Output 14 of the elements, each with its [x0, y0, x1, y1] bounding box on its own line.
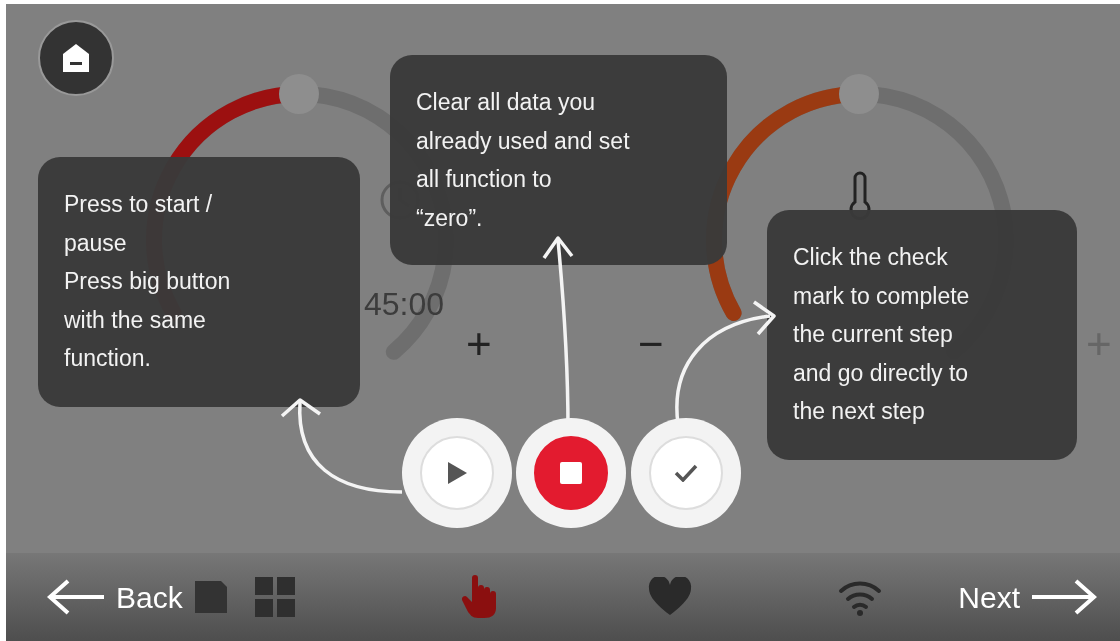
tooltip-text: Click the check mark to complete the current step and go directly to the next step — [793, 243, 971, 426]
next-button[interactable]: Next — [958, 574, 1100, 620]
home-icon — [61, 42, 91, 74]
stop-icon — [560, 462, 582, 484]
tooltip-text: Clear all data you already used and set all function to “zero”. — [416, 88, 631, 233]
back-button[interactable]: Back — [44, 574, 183, 620]
tooltip-text: Press to start / pause Press big button with the same function. — [64, 190, 232, 373]
grid-icon — [252, 575, 297, 619]
play-icon — [446, 461, 468, 485]
minus-button[interactable]: − — [638, 322, 664, 366]
heart-icon — [646, 577, 693, 617]
timer-value: 45:00 — [364, 285, 445, 324]
plus-button[interactable]: + — [466, 322, 492, 366]
check-icon — [674, 464, 698, 482]
